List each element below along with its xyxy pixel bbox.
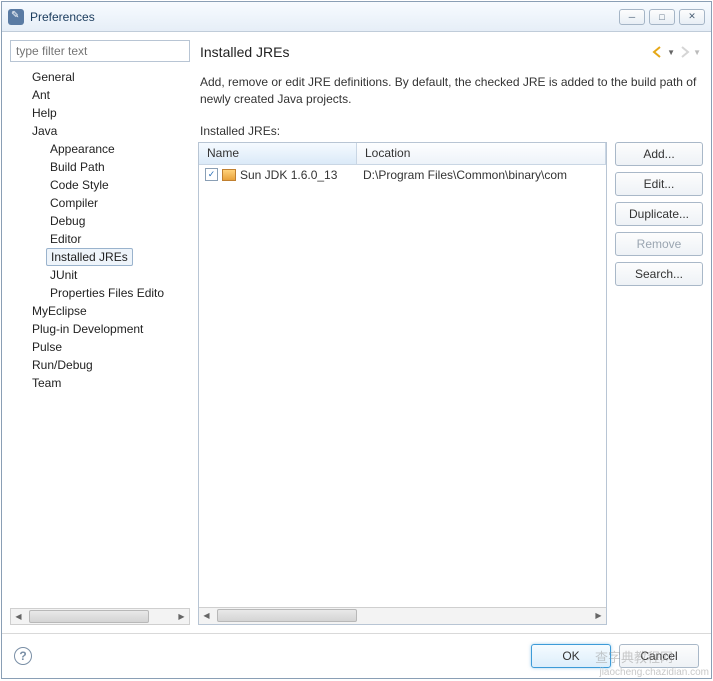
table-header: Name Location xyxy=(199,143,606,165)
window-title: Preferences xyxy=(30,10,615,24)
main-panel: Installed JREs ▼ ▼ Add, remove or edit J… xyxy=(198,40,703,625)
close-button[interactable]: ✕ xyxy=(679,9,705,25)
scroll-left-icon[interactable]: ◀ xyxy=(199,608,214,623)
table-row[interactable]: ✓ Sun JDK 1.6.0_13 D:\Program Files\Comm… xyxy=(199,165,606,185)
scroll-thumb[interactable] xyxy=(29,610,149,623)
tree-item-debug[interactable]: Debug xyxy=(10,212,190,230)
jre-icon xyxy=(222,169,236,181)
watermark-site: jiaocheng.chazidian.com xyxy=(599,667,709,678)
scroll-thumb[interactable] xyxy=(217,609,357,622)
tree-item-ant[interactable]: Ant xyxy=(10,86,190,104)
jre-name: Sun JDK 1.6.0_13 xyxy=(240,168,337,182)
jre-checkbox[interactable]: ✓ xyxy=(205,168,218,181)
duplicate-button[interactable]: Duplicate... xyxy=(615,202,703,226)
preferences-tree[interactable]: General Ant Help Java Appearance Build P… xyxy=(10,68,190,604)
tree-item-team[interactable]: Team xyxy=(10,374,190,392)
scroll-right-icon[interactable]: ▶ xyxy=(174,609,189,624)
page-title: Installed JREs xyxy=(200,44,649,60)
table-hscrollbar[interactable]: ◀ ▶ xyxy=(199,607,606,624)
minimize-button[interactable]: ─ xyxy=(619,9,645,25)
col-name[interactable]: Name xyxy=(199,143,357,164)
filter-input[interactable] xyxy=(10,40,190,62)
button-column: Add... Edit... Duplicate... Remove Searc… xyxy=(615,142,703,625)
tree-item-general[interactable]: General xyxy=(10,68,190,86)
help-icon[interactable]: ? xyxy=(14,647,32,665)
scroll-right-icon[interactable]: ▶ xyxy=(591,608,606,623)
tree-item-compiler[interactable]: Compiler xyxy=(10,194,190,212)
app-icon xyxy=(8,9,24,25)
table-label: Installed JREs: xyxy=(198,120,703,142)
tree-item-appearance[interactable]: Appearance xyxy=(10,140,190,158)
preferences-window: Preferences ─ □ ✕ General Ant Help Java … xyxy=(1,1,712,679)
tree-item-installed-jres[interactable]: Installed JREs xyxy=(46,248,133,266)
tree-item-prop-files[interactable]: Properties Files Edito xyxy=(10,284,190,302)
main-header: Installed JREs ▼ ▼ xyxy=(198,40,703,68)
table-area: Name Location ✓ Sun JDK 1.6.0_13 D:\Prog… xyxy=(198,142,703,625)
body: General Ant Help Java Appearance Build P… xyxy=(2,32,711,633)
remove-button[interactable]: Remove xyxy=(615,232,703,256)
maximize-button[interactable]: □ xyxy=(649,9,675,25)
back-arrow-icon[interactable] xyxy=(651,45,665,59)
tree-item-plugin-dev[interactable]: Plug-in Development xyxy=(10,320,190,338)
tree-item-editor[interactable]: Editor xyxy=(10,230,190,248)
add-button[interactable]: Add... xyxy=(615,142,703,166)
page-description: Add, remove or edit JRE definitions. By … xyxy=(198,68,703,120)
table-body[interactable]: ✓ Sun JDK 1.6.0_13 D:\Program Files\Comm… xyxy=(199,165,606,607)
tree-item-myeclipse[interactable]: MyEclipse xyxy=(10,302,190,320)
watermark-cn: 查字典教程网 xyxy=(595,647,673,666)
tree-item-build-path[interactable]: Build Path xyxy=(10,158,190,176)
sidebar-hscrollbar[interactable]: ◀ ▶ xyxy=(10,608,190,625)
tree-item-junit[interactable]: JUnit xyxy=(10,266,190,284)
tree-item-run-debug[interactable]: Run/Debug xyxy=(10,356,190,374)
jre-location: D:\Program Files\Common\binary\com xyxy=(357,168,606,182)
titlebar: Preferences ─ □ ✕ xyxy=(2,2,711,32)
tree-item-help[interactable]: Help xyxy=(10,104,190,122)
sidebar: General Ant Help Java Appearance Build P… xyxy=(10,40,190,625)
search-button[interactable]: Search... xyxy=(615,262,703,286)
edit-button[interactable]: Edit... xyxy=(615,172,703,196)
col-location[interactable]: Location xyxy=(357,143,606,164)
tree-item-java[interactable]: Java xyxy=(10,122,190,140)
back-dropdown-icon[interactable]: ▼ xyxy=(667,48,675,57)
jre-table: Name Location ✓ Sun JDK 1.6.0_13 D:\Prog… xyxy=(198,142,607,625)
forward-dropdown-icon[interactable]: ▼ xyxy=(693,48,701,57)
tree-item-pulse[interactable]: Pulse xyxy=(10,338,190,356)
tree-item-code-style[interactable]: Code Style xyxy=(10,176,190,194)
scroll-left-icon[interactable]: ◀ xyxy=(11,609,26,624)
forward-arrow-icon[interactable] xyxy=(677,45,691,59)
